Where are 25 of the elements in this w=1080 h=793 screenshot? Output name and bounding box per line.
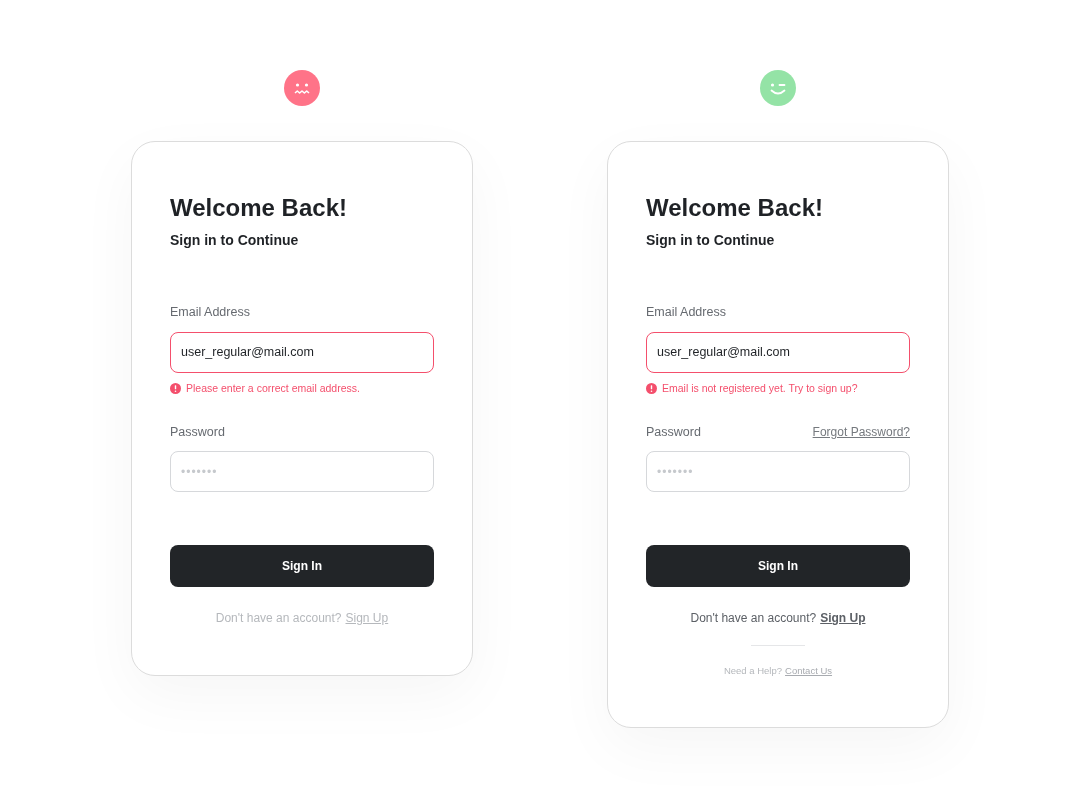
email-field[interactable]: user_regular@mail.com — [170, 331, 434, 373]
signup-prompt: Don't have an account? — [215, 610, 342, 628]
error-icon — [646, 383, 657, 395]
field-label: Password — [646, 423, 701, 441]
field-label: Password — [170, 423, 225, 441]
signup-prompt: Don't have an account? — [690, 610, 817, 628]
card-subtitle: Sign in to Continue — [646, 231, 776, 250]
password-field[interactable]: ••••••• — [170, 451, 434, 493]
card-subtitle: Sign in to Continue — [170, 231, 300, 250]
error-message: Email is not registered yet. Try to sign up? — [662, 380, 858, 396]
password-field[interactable]: ••••••• — [646, 451, 910, 493]
help-prompt: Need a Help? — [723, 664, 783, 679]
sign-up-link[interactable]: Sign Up — [820, 609, 866, 628]
email-field[interactable]: user_regular@mail.com — [646, 331, 910, 373]
error-message: Please enter a correct email address. — [186, 380, 360, 396]
card-title: Welcome Back! — [646, 194, 824, 222]
winking-face-icon — [760, 70, 796, 106]
card-title: Welcome Back! — [170, 194, 348, 222]
field-label: Email Address — [170, 304, 251, 321]
field-label: Email Address — [646, 304, 727, 321]
error-icon — [170, 383, 181, 395]
sign-in-button[interactable]: Sign In — [170, 545, 434, 588]
sign-in-button[interactable]: Sign In — [646, 545, 910, 588]
worried-face-icon — [284, 70, 320, 106]
forgot-password-link[interactable]: Forgot Password? — [812, 422, 910, 441]
